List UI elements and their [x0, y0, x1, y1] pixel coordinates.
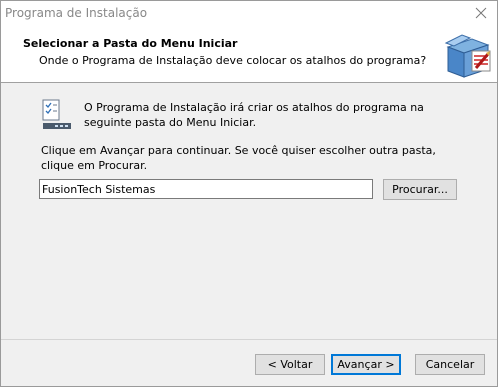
footer-separator — [1, 339, 497, 340]
page-subtitle: Onde o Programa de Instalação deve coloc… — [39, 54, 427, 67]
cancel-button[interactable]: Cancelar — [415, 354, 485, 375]
browse-button[interactable]: Procurar... — [383, 179, 457, 200]
description-text: O Programa de Instalação irá criar os at… — [84, 101, 424, 129]
next-button[interactable]: Avançar > — [331, 354, 401, 375]
window-title: Programa de Instalação — [5, 6, 148, 20]
start-menu-folder-input[interactable] — [39, 179, 373, 199]
title-bar[interactable]: Programa de Instalação — [1, 1, 497, 27]
close-icon — [475, 7, 487, 19]
close-button[interactable] — [467, 1, 495, 25]
page-title: Selecionar a Pasta do Menu Iniciar — [23, 37, 238, 50]
instruction-text: Clique em Avançar para continuar. Se voc… — [41, 144, 436, 172]
installer-box-icon — [444, 34, 491, 78]
start-menu-folder-icon — [42, 99, 71, 129]
back-button[interactable]: < Voltar — [255, 354, 325, 375]
wizard-header: Selecionar a Pasta do Menu Iniciar Onde … — [1, 27, 497, 83]
installer-window: Programa de Instalação Selecionar a Past… — [0, 0, 498, 387]
